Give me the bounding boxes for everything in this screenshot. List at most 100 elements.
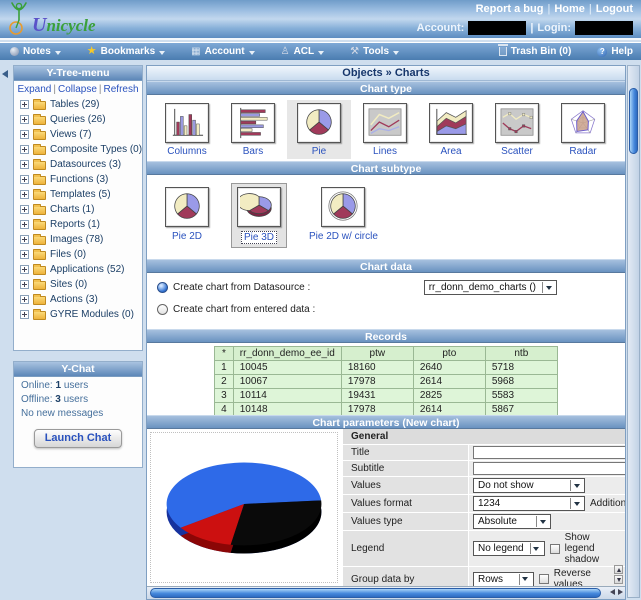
datasource-radio[interactable] (157, 282, 168, 293)
expand-plus-icon[interactable] (20, 235, 29, 244)
expand-plus-icon[interactable] (20, 220, 29, 229)
expand-plus-icon[interactable] (20, 175, 29, 184)
unicycle-figure-icon (9, 2, 27, 35)
values-format-select[interactable]: 1234 (473, 496, 585, 511)
values-select[interactable]: Do not show (473, 478, 585, 493)
datasource-select[interactable]: rr_donn_demo_charts () (423, 280, 557, 295)
chart-type-label: Columns (167, 146, 207, 157)
menu-acl[interactable]: ♙ ACL (281, 46, 325, 57)
records-col-header[interactable]: rr_donn_demo_ee_id (232, 346, 342, 361)
menu-bookmarks-label: Bookmarks (100, 46, 156, 57)
logout-link[interactable]: Logout (596, 3, 633, 15)
chart-type-radar[interactable]: Radar (551, 100, 615, 159)
horizontal-scrollbar-thumb[interactable] (150, 588, 601, 598)
expand-plus-icon[interactable] (20, 310, 29, 319)
tree-item-actions[interactable]: Actions (3) (14, 292, 142, 307)
table-row[interactable]: 3 10114 19431 2825 5583 (214, 388, 558, 403)
expand-plus-icon[interactable] (20, 265, 29, 274)
entered-data-radio[interactable] (157, 304, 168, 315)
expand-plus-icon[interactable] (20, 115, 29, 124)
chart-type-scatter[interactable]: Scatter (485, 100, 549, 159)
title-input[interactable] (473, 446, 625, 459)
tree-item-tables[interactable]: Tables (29) (14, 97, 142, 112)
values-type-select[interactable]: Absolute (473, 514, 551, 529)
report-bug-link[interactable]: Report a bug (476, 3, 544, 15)
records-col-header[interactable]: pto (412, 346, 486, 361)
records-col-header[interactable]: * (214, 346, 234, 361)
expand-plus-icon[interactable] (20, 205, 29, 214)
menu-tools[interactable]: ⚒ Tools (350, 46, 400, 57)
menu-notes[interactable]: Notes (10, 46, 61, 57)
params-scroll-up-button[interactable] (614, 565, 623, 574)
values-type-row: Values type Absolute (343, 513, 625, 531)
vertical-scrollbar-thumb[interactable] (629, 88, 638, 154)
legend-shadow-checkbox[interactable] (549, 543, 560, 554)
scroll-right-arrow[interactable] (618, 589, 623, 595)
folder-icon (33, 279, 46, 290)
chart-preview-panel (150, 432, 338, 583)
table-row[interactable]: 2 10067 17978 2614 5968 (214, 374, 558, 389)
home-link[interactable]: Home (554, 3, 585, 15)
horizontal-scrollbar[interactable] (147, 586, 625, 599)
chart-type-lines[interactable]: Lines (353, 100, 417, 159)
tree-item-files[interactable]: Files (0) (14, 247, 142, 262)
reverse-values-checkbox[interactable] (538, 574, 549, 584)
sidebar-collapse-arrow[interactable] (2, 70, 8, 78)
expand-plus-icon[interactable] (20, 190, 29, 199)
subtype-pie-3d[interactable]: Pie 3D (231, 183, 287, 248)
tree-item-charts[interactable]: Charts (1) (14, 202, 142, 217)
subtype-pie-2d-circle[interactable]: Pie 2D w/ circle (303, 183, 384, 245)
expand-plus-icon[interactable] (20, 295, 29, 304)
tree-collapse-link[interactable]: Collapse (58, 84, 97, 95)
chart-type-label: Pie (311, 146, 327, 157)
menu-account[interactable]: ▦ Account (191, 46, 255, 57)
app-window: Unicycle Report a bug | Home | Logout Accoun… (0, 0, 641, 600)
tree-item-sites[interactable]: Sites (0) (14, 277, 142, 292)
expand-plus-icon[interactable] (20, 280, 29, 289)
tree-item-reports[interactable]: Reports (1) (14, 217, 142, 232)
tree-item-applications[interactable]: Applications (52) (14, 262, 142, 277)
account-label: Account: (416, 22, 465, 34)
menu-notes-label: Notes (23, 46, 51, 57)
chart-type-columns[interactable]: Columns (155, 100, 219, 159)
expand-plus-icon[interactable] (20, 145, 29, 154)
group-data-select[interactable]: Rows (473, 571, 534, 586)
menu-help[interactable]: ? Help (597, 46, 633, 57)
chart-type-bars[interactable]: Bars (221, 100, 285, 159)
tree-item-views[interactable]: Views (7) (14, 127, 142, 142)
launch-chat-button[interactable]: Launch Chat (33, 429, 123, 448)
tree-item-label: Charts (1) (50, 204, 95, 215)
tree-item-functions[interactable]: Functions (3) (14, 172, 142, 187)
tree-item-templates[interactable]: Templates (5) (14, 187, 142, 202)
folder-icon (33, 114, 46, 125)
chart-type-pie[interactable]: Pie (287, 100, 351, 159)
tree-item-gyre-modules[interactable]: GYRE Modules (0) (14, 307, 142, 322)
tree-expand-link[interactable]: Expand (17, 84, 51, 95)
expand-plus-icon[interactable] (20, 130, 29, 139)
params-scroll-down-button[interactable] (614, 575, 623, 584)
trash-icon (497, 44, 508, 56)
scroll-left-arrow[interactable] (610, 589, 615, 595)
expand-plus-icon[interactable] (20, 160, 29, 169)
legend-select[interactable]: No legend (473, 541, 545, 556)
dropdown-arrow-icon (570, 498, 582, 509)
table-row[interactable]: 1 10045 18160 2640 5718 (214, 360, 558, 375)
vertical-scrollbar[interactable] (627, 65, 640, 598)
records-table: * rr_donn_demo_ee_id ptw pto ntb 1 10045 (214, 346, 558, 417)
tree-item-composite-types[interactable]: Composite Types (0) (14, 142, 142, 157)
menu-bookmarks[interactable]: ★ Bookmarks (87, 46, 166, 57)
subtype-label: Pie 2D (171, 231, 202, 242)
records-col-header[interactable]: ptw (340, 346, 414, 361)
tree-item-images[interactable]: Images (78) (14, 232, 142, 247)
unicycle-logo[interactable]: Unicycle (6, 1, 96, 37)
tree-refresh-link[interactable]: Refresh (104, 84, 139, 95)
expand-plus-icon[interactable] (20, 100, 29, 109)
subtype-pie-2d[interactable]: Pie 2D (159, 183, 215, 245)
chart-type-area[interactable]: Area (419, 100, 483, 159)
menu-trash-bin[interactable]: Trash Bin (0) (497, 44, 571, 57)
tree-item-queries[interactable]: Queries (26) (14, 112, 142, 127)
subtitle-input[interactable] (473, 462, 625, 475)
tree-item-datasources[interactable]: Datasources (3) (14, 157, 142, 172)
expand-plus-icon[interactable] (20, 250, 29, 259)
records-col-header[interactable]: ntb (484, 346, 558, 361)
